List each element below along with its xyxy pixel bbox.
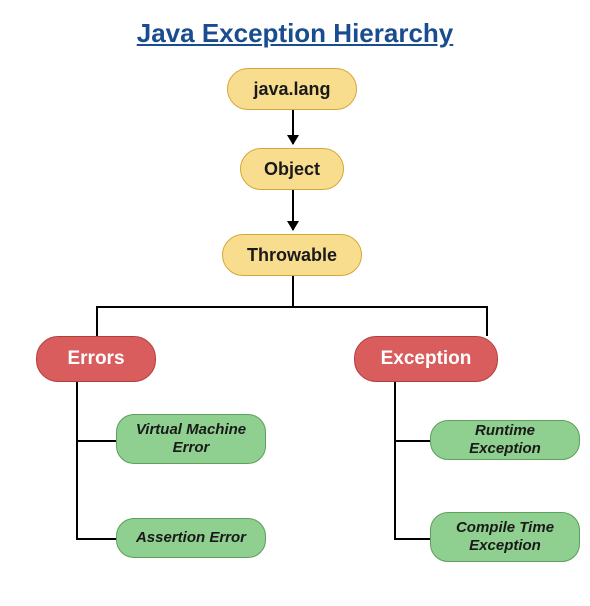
node-javalang-label: java.lang [253, 79, 330, 100]
node-exception-label: Exception [381, 348, 472, 370]
connector-vmerror-h [76, 440, 116, 442]
connector-compile-h [394, 538, 430, 540]
connector-split-h [96, 306, 488, 308]
node-runtimeexception-label: Runtime Exception [449, 422, 561, 458]
node-javalang: java.lang [227, 68, 357, 110]
node-assertionerror: Assertion Error [116, 518, 266, 558]
connector-exception-vert [394, 382, 396, 540]
node-vmerror: Virtual Machine Error [116, 414, 266, 464]
node-compiletimeexception: Compile Time Exception [430, 512, 580, 562]
connector-exception-down [486, 306, 488, 336]
node-errors: Errors [36, 336, 156, 382]
node-object-label: Object [264, 159, 320, 180]
node-errors-label: Errors [67, 348, 124, 370]
arrow-javalang-object [292, 110, 294, 144]
node-throwable: Throwable [222, 234, 362, 276]
node-throwable-label: Throwable [247, 245, 337, 266]
node-assertionerror-label: Assertion Error [136, 529, 246, 547]
node-object: Object [240, 148, 344, 190]
connector-errors-vert [76, 382, 78, 540]
connector-runtime-h [394, 440, 430, 442]
node-exception: Exception [354, 336, 498, 382]
node-vmerror-label: Virtual Machine Error [135, 421, 247, 457]
connector-assertion-h [76, 538, 116, 540]
arrow-object-throwable [292, 190, 294, 230]
diagram-title: Java Exception Hierarchy [0, 0, 590, 59]
connector-errors-down [96, 306, 98, 336]
connector-throwable-down [292, 276, 294, 306]
node-compiletimeexception-label: Compile Time Exception [449, 519, 561, 555]
node-runtimeexception: Runtime Exception [430, 420, 580, 460]
